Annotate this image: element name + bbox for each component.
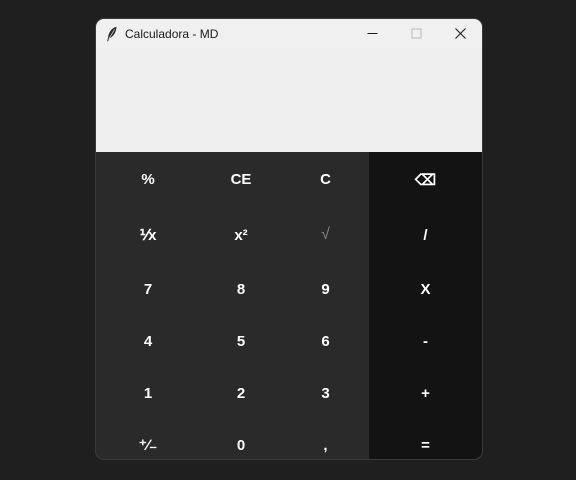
digit-3-button[interactable]: 3 [282, 367, 369, 419]
percent-button[interactable]: % [96, 152, 200, 207]
backspace-button[interactable]: ⌫ [369, 152, 482, 207]
digit-5-button[interactable]: 5 [200, 315, 282, 367]
window-title: Calculadora - MD [125, 26, 219, 41]
clear-button[interactable]: C [282, 152, 369, 207]
divide-button[interactable]: / [369, 207, 482, 263]
digit-7-button[interactable]: 7 [96, 263, 200, 315]
add-button[interactable]: + [369, 367, 482, 419]
digit-1-button[interactable]: 1 [96, 367, 200, 419]
digit-8-button[interactable]: 8 [200, 263, 282, 315]
maximize-button[interactable] [394, 19, 438, 48]
digit-9-button[interactable]: 9 [282, 263, 369, 315]
calculator-window: Calculadora - MD % CE C ⌫ ⅟x x² √ / 7 8 … [96, 19, 482, 459]
maximize-icon [411, 28, 421, 39]
square-root-button[interactable]: √ [282, 207, 369, 263]
square-button[interactable]: x² [200, 207, 282, 263]
backspace-icon: ⌫ [414, 171, 437, 189]
decimal-comma-button[interactable]: , [282, 419, 369, 459]
result-display [96, 48, 482, 152]
digit-4-button[interactable]: 4 [96, 315, 200, 367]
keypad: % CE C ⌫ ⅟x x² √ / 7 8 9 X 4 5 6 - 1 2 3… [96, 152, 482, 459]
minimize-button[interactable] [350, 19, 394, 48]
digit-2-button[interactable]: 2 [200, 367, 282, 419]
minimize-icon [367, 33, 377, 34]
close-button[interactable] [438, 19, 482, 48]
subtract-button[interactable]: - [369, 315, 482, 367]
negate-button[interactable]: ⁺∕₋ [96, 419, 200, 459]
equals-button[interactable]: = [369, 419, 482, 459]
digit-0-button[interactable]: 0 [200, 419, 282, 459]
window-controls [350, 19, 482, 48]
close-icon [454, 28, 466, 39]
digit-6-button[interactable]: 6 [282, 315, 369, 367]
title-bar[interactable]: Calculadora - MD [96, 19, 482, 48]
feather-icon [105, 26, 119, 42]
multiply-button[interactable]: X [369, 263, 482, 315]
reciprocal-button[interactable]: ⅟x [96, 207, 200, 263]
clear-entry-button[interactable]: CE [200, 152, 282, 207]
